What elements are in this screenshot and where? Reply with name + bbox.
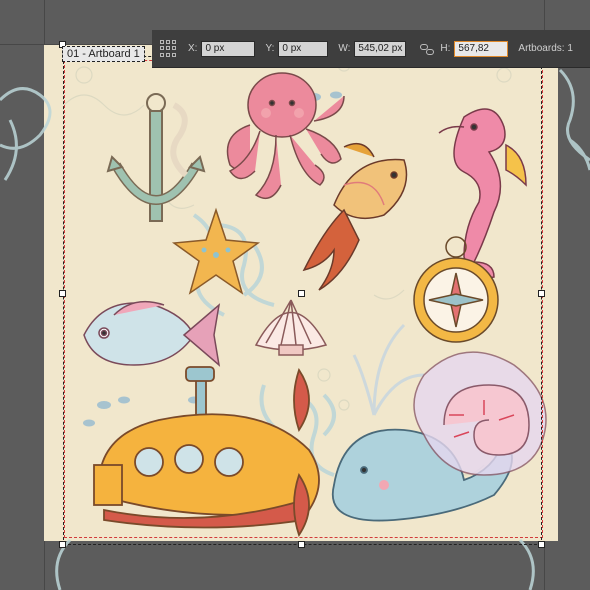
y-label: Y: xyxy=(265,43,275,54)
x-input[interactable]: 0 px xyxy=(201,40,256,57)
selection-bounding-box[interactable] xyxy=(63,56,542,545)
artboards-count: Artboards: 1 xyxy=(518,43,573,54)
artboard-name-label[interactable]: 01 - Artboard 1 xyxy=(62,46,145,62)
resize-handle-middle-right[interactable] xyxy=(538,290,545,297)
constrain-link-icon[interactable] xyxy=(420,42,435,56)
height-input[interactable]: 567,82 xyxy=(454,40,509,57)
resize-handle-bottom-left[interactable] xyxy=(59,541,66,548)
w-label: W: xyxy=(338,43,351,54)
resize-handle-center[interactable] xyxy=(298,290,305,297)
control-bar: X: 0 px Y: 0 px W: 545,02 px H: 567,82 A… xyxy=(152,30,590,68)
h-label: H: xyxy=(440,43,451,54)
width-input[interactable]: 545,02 px xyxy=(354,40,407,57)
x-label: X: xyxy=(188,43,198,54)
resize-handle-bottom-right[interactable] xyxy=(538,541,545,548)
resize-handle-bottom-center[interactable] xyxy=(298,541,305,548)
y-input[interactable]: 0 px xyxy=(278,40,329,57)
artboard-grid-icon[interactable] xyxy=(160,39,178,58)
resize-handle-middle-left[interactable] xyxy=(59,290,66,297)
